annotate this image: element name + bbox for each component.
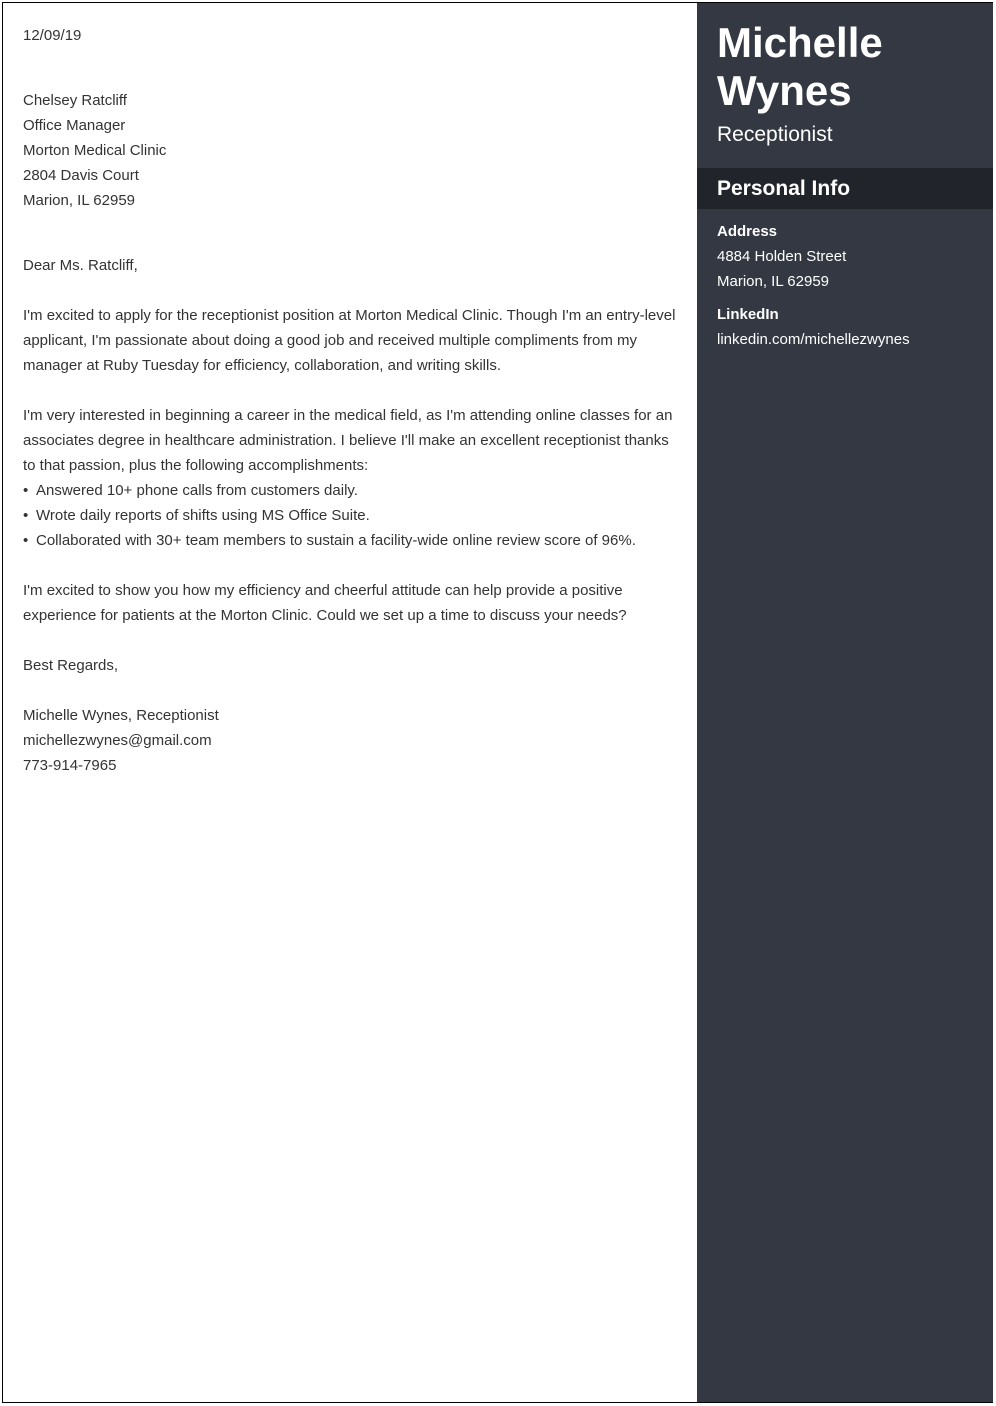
applicant-job-title: Receptionist [717,123,833,146]
applicant-first-name: Michelle [717,19,883,66]
address-line2: Marion, IL 62959 [717,273,830,290]
signature-email: michellezwynes@gmail.com [23,732,212,749]
accomplishment-text: Wrote daily reports of shifts using MS O… [36,507,370,524]
paragraph1-line: applicant, I'm passionate about doing a … [23,332,638,349]
linkedin-label: LinkedIn [717,306,779,323]
paragraph2-line: associates degree in healthcare administ… [23,432,669,449]
recipient-title: Office Manager [23,117,126,134]
cover-letter-page: 12/09/19 Chelsey Ratcliff Office Manager… [2,2,993,1403]
address-label: Address [717,223,778,240]
recipient-name: Chelsey Ratcliff [23,92,127,109]
address-line1: 4884 Holden Street [717,248,847,265]
accomplishment-text: Answered 10+ phone calls from customers … [36,482,358,499]
recipient-company: Morton Medical Clinic [23,142,167,159]
bullet-icon: • [23,507,29,524]
letter-body: 12/09/19 Chelsey Ratcliff Office Manager… [3,3,697,1402]
accomplishment-item: • Answered 10+ phone calls from customers… [23,478,358,503]
personal-info-header: Personal Info [697,168,993,209]
bullet-icon: • [23,532,29,549]
paragraph1-line: I'm excited to apply for the receptionis… [23,307,676,324]
signature-name: Michelle Wynes, Receptionist [23,707,219,724]
sidebar: Michelle Wynes Receptionist Personal Inf… [697,3,993,1402]
paragraph2-line: to that passion, plus the following acco… [23,457,369,474]
paragraph3-line: I'm excited to show you how my efficienc… [23,582,623,599]
letter-date: 12/09/19 [23,27,82,44]
closing: Best Regards, [23,657,119,674]
personal-info-title: Personal Info [717,177,851,200]
salutation: Dear Ms. Ratcliff, [23,257,138,274]
applicant-last-name: Wynes [717,67,852,114]
bullet-icon: • [23,482,29,499]
paragraph3-line: experience for patients at the Morton Cl… [23,607,627,624]
accomplishment-item: • Collaborated with 30+ team members to s… [23,528,636,553]
accomplishment-item: • Wrote daily reports of shifts using MS … [23,503,370,528]
accomplishment-text: Collaborated with 30+ team members to su… [36,532,636,549]
recipient-city: Marion, IL 62959 [23,192,136,209]
recipient-street: 2804 Davis Court [23,167,139,184]
linkedin-link[interactable]: linkedin.com/michellezwynes [717,327,910,352]
applicant-name: Michelle Wynes [717,19,883,115]
paragraph2-line: I'm very interested in beginning a caree… [23,407,673,424]
signature-phone: 773-914-7965 [23,757,117,774]
paragraph1-line: manager at Ruby Tuesday for efficiency, … [23,357,502,374]
